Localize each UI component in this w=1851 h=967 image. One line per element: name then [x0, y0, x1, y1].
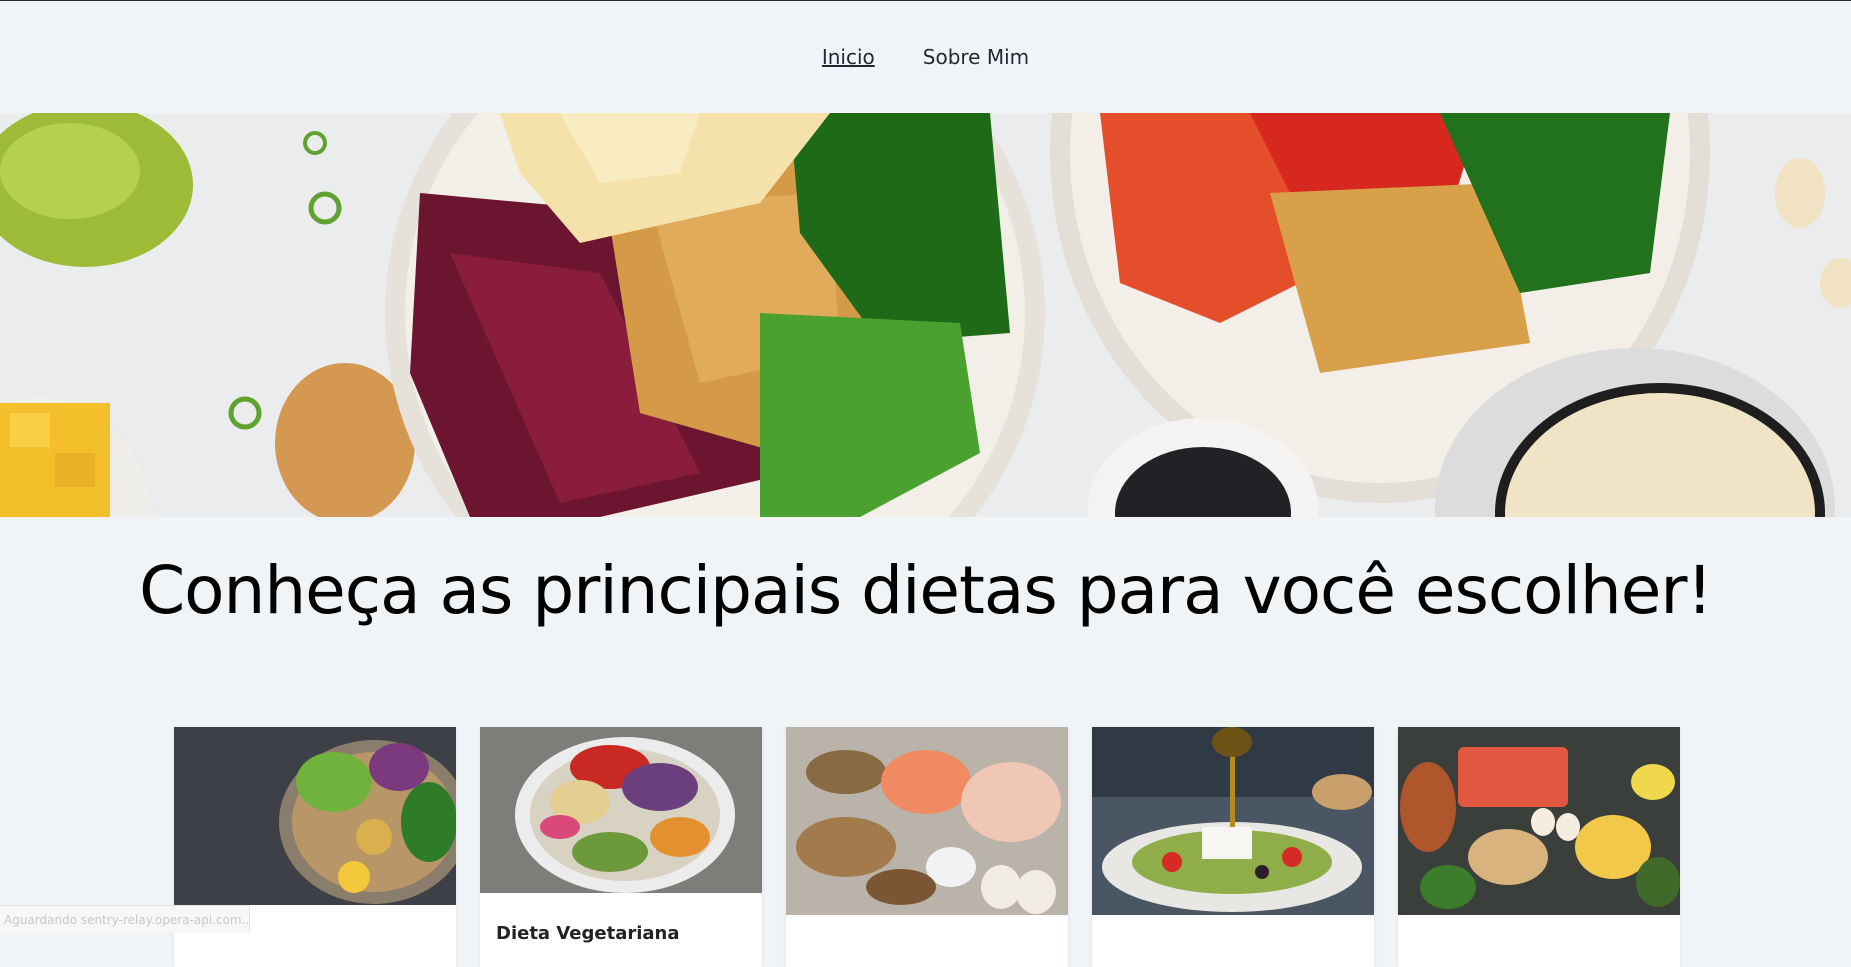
- page-headline: Conheça as principais dietas para você e…: [139, 552, 1713, 629]
- nav-link-inicio[interactable]: Inicio: [822, 45, 875, 69]
- diet-card[interactable]: Dieta Vegetariana: [480, 727, 762, 967]
- browser-status-bar: Aguardando sentry-relay.opera-api.com...: [0, 905, 250, 933]
- diet-card-title: [1092, 915, 1374, 945]
- diet-card[interactable]: [786, 727, 1068, 967]
- greek-salad-image: [1092, 727, 1374, 915]
- mixed-healthy-foods-image: [1398, 727, 1680, 915]
- vegetable-bowl-image: [480, 727, 762, 893]
- diet-card-title: [786, 915, 1068, 945]
- diet-card[interactable]: [1092, 727, 1374, 967]
- diet-card[interactable]: [1398, 727, 1680, 967]
- protein-foods-image: [786, 727, 1068, 915]
- hero-banner-image: [0, 113, 1851, 517]
- diet-cards-grid: Dieta Vegetariana: [174, 727, 1680, 967]
- nav-link-sobre-mim[interactable]: Sobre Mim: [923, 45, 1029, 69]
- diet-card-title: [1398, 915, 1680, 945]
- salad-bowl-image: [174, 727, 456, 905]
- diet-card-title: Dieta Vegetariana: [496, 923, 680, 944]
- top-navigation: Inicio Sobre Mim: [0, 1, 1851, 113]
